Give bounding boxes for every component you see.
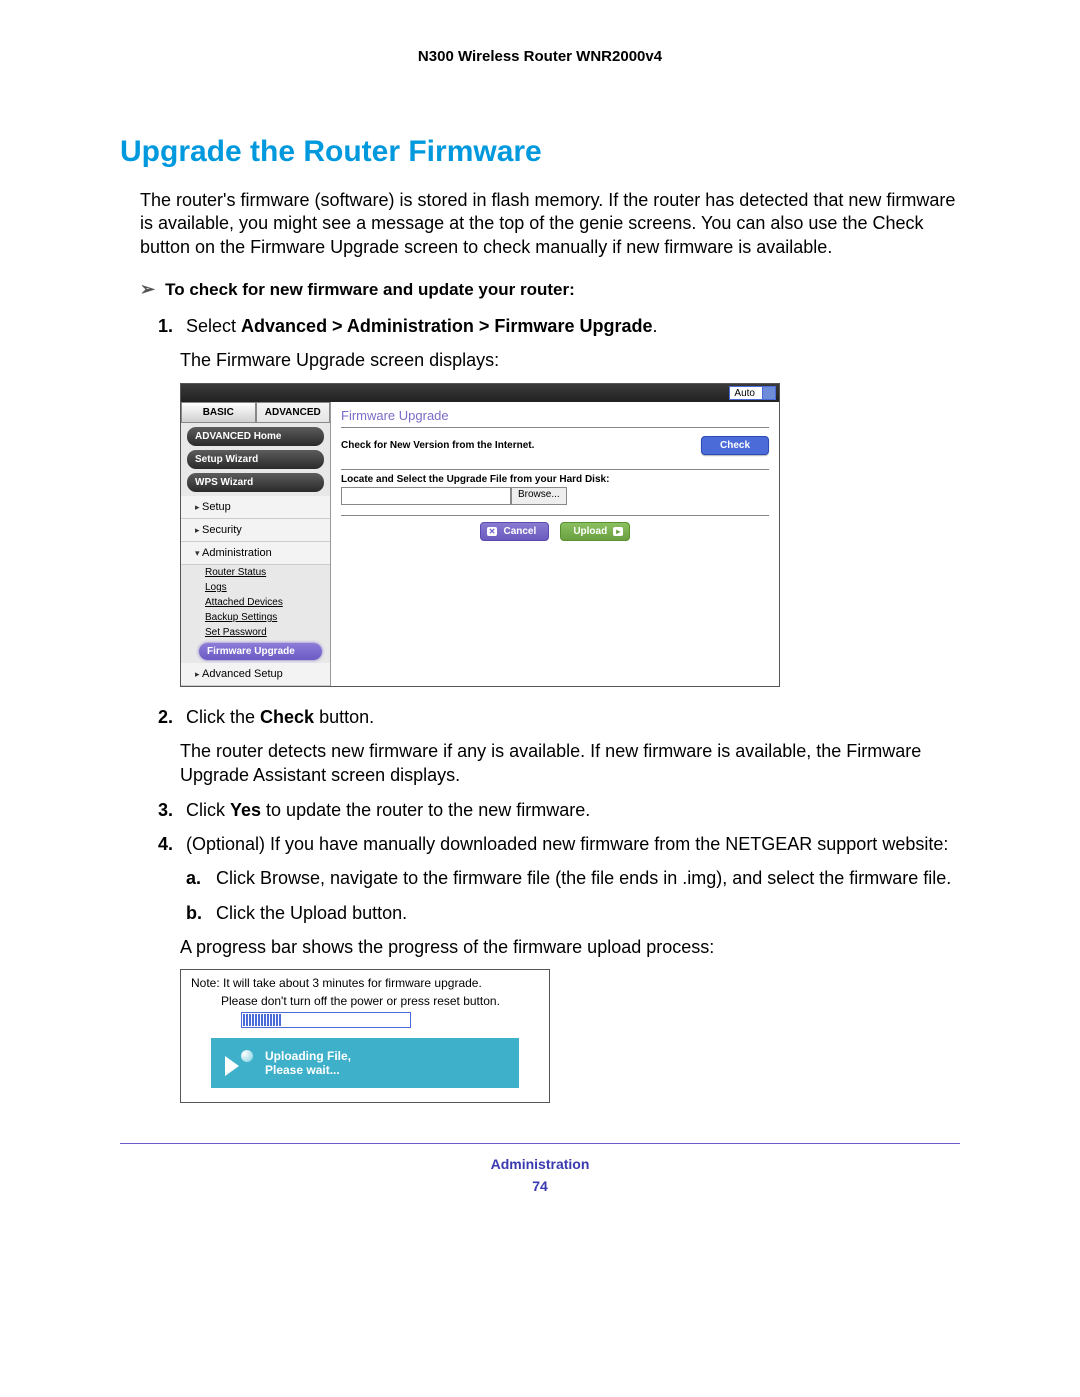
step-1-desc: The Firmware Upgrade screen displays: [180,348,960,372]
step-2-desc: The router detects new firmware if any i… [180,739,960,788]
progress-note-2: Please don't turn off the power or press… [221,994,539,1008]
divider [341,427,769,428]
task-heading: To check for new firmware and update you… [140,279,960,300]
step-4a: a.Click Browse, navigate to the firmware… [210,866,960,890]
upload-icon [225,1048,255,1078]
panel-title: Firmware Upgrade [341,408,769,423]
uploading-status: Uploading File, Please wait... [211,1038,519,1088]
sidebar-setup-wizard[interactable]: Setup Wizard [187,450,324,469]
upload-button[interactable]: Upload [560,522,630,541]
status-line-1: Uploading File, [265,1049,351,1063]
step-4-tail: A progress bar shows the progress of the… [180,935,960,959]
sidebar: BASIC ADVANCED ADVANCED Home Setup Wizar… [181,402,331,686]
step-1: 1.Select Advanced > Administration > Fir… [180,314,960,338]
sidebar-sub-set-password[interactable]: Set Password [181,625,330,640]
sidebar-item-advanced-setup[interactable]: Advanced Setup [181,663,330,686]
product-header: N300 Wireless Router WNR2000v4 [120,48,960,65]
sidebar-item-administration[interactable]: Administration [181,542,330,565]
browse-button[interactable]: Browse... [511,487,567,505]
divider [341,515,769,516]
step-4: 4.(Optional) If you have manually downlo… [180,832,960,856]
footer-section-name: Administration [120,1156,960,1172]
sidebar-item-security[interactable]: Security [181,519,330,542]
section-title: Upgrade the Router Firmware [120,135,960,169]
sidebar-sub-router-status[interactable]: Router Status [181,565,330,580]
intro-paragraph: The router's firmware (software) is stor… [140,189,960,259]
footer-rule [120,1143,960,1144]
progress-screenshot: Note: It will take about 3 minutes for f… [180,969,550,1103]
step-2: 2.Click the Check button. [180,705,960,729]
sidebar-advanced-home[interactable]: ADVANCED Home [187,427,324,446]
tab-advanced[interactable]: ADVANCED [256,402,331,423]
footer-page-number: 74 [120,1178,960,1194]
sidebar-sub-logs[interactable]: Logs [181,580,330,595]
cancel-button[interactable]: Cancel [480,522,550,541]
sidebar-sub-attached-devices[interactable]: Attached Devices [181,595,330,610]
screenshot-topbar: Auto [181,384,779,402]
locate-file-label: Locate and Select the Upgrade File from … [341,474,769,485]
step-3: 3.Click Yes to update the router to the … [180,798,960,822]
progress-bar [241,1012,411,1028]
divider [341,469,769,470]
sidebar-wps-wizard[interactable]: WPS Wizard [187,473,324,492]
progress-note-1: Note: It will take about 3 minutes for f… [191,976,539,990]
step-4b: b.Click the Upload button. [210,901,960,925]
main-panel: Firmware Upgrade Check for New Version f… [331,402,779,686]
file-path-input[interactable] [341,487,511,505]
firmware-upgrade-screenshot: Auto BASIC ADVANCED ADVANCED Home Setup … [180,383,780,687]
sidebar-sub-firmware-upgrade[interactable]: Firmware Upgrade [199,643,322,660]
check-version-label: Check for New Version from the Internet. [341,440,534,451]
status-line-2: Please wait... [265,1063,351,1077]
sidebar-sub-backup-settings[interactable]: Backup Settings [181,610,330,625]
check-button[interactable]: Check [701,436,769,455]
tab-basic[interactable]: BASIC [181,402,256,423]
sidebar-item-setup[interactable]: Setup [181,496,330,519]
auto-dropdown[interactable]: Auto [729,386,776,400]
